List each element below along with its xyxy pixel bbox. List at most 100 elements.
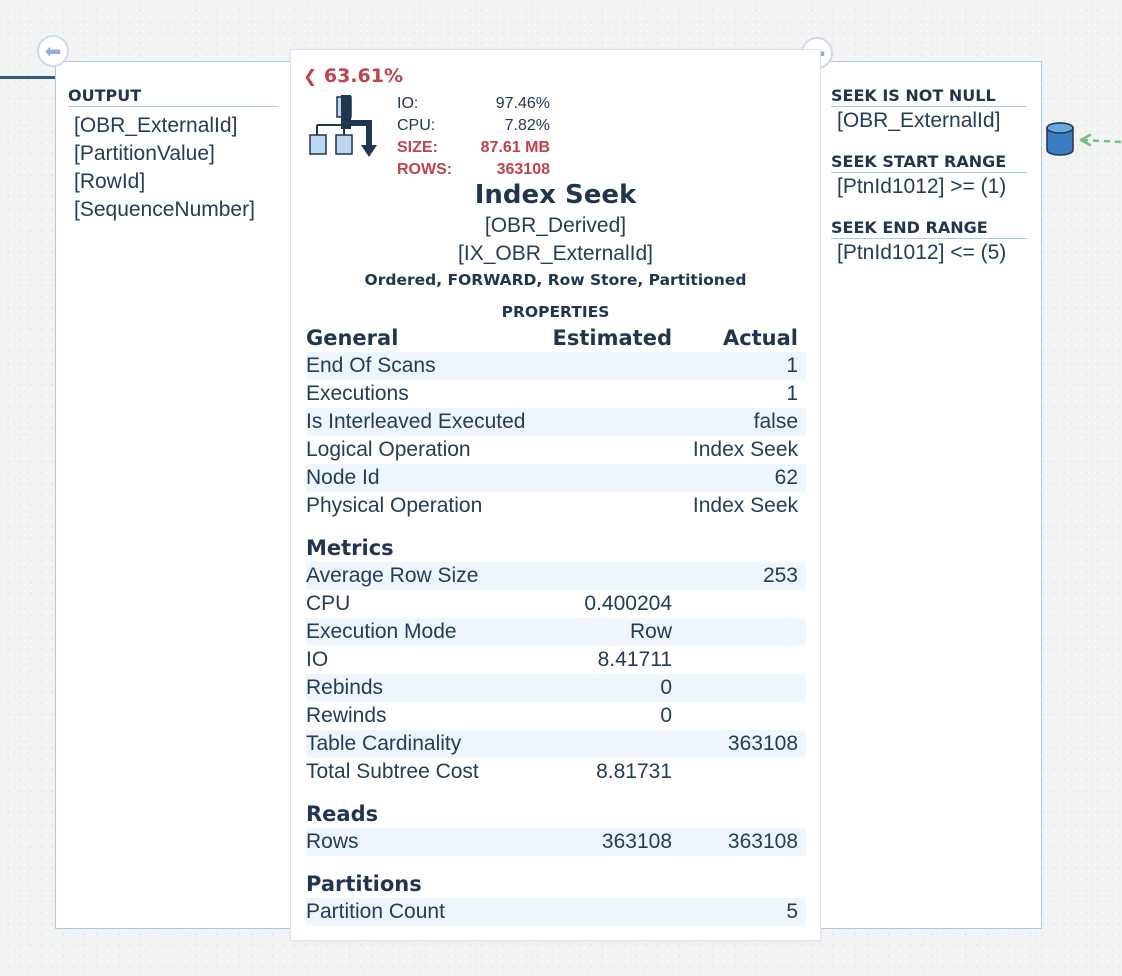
section-title: General [306,326,399,350]
property-label: Rebinds [306,676,384,699]
predicate-header: SEEK START RANGE [831,152,1027,173]
property-row: Average Row Size 253 [306,562,806,590]
property-actual: 253 [762,564,798,587]
stat-size: SIZE: 87.61 MB [397,137,550,159]
property-label: Execution Mode [306,620,457,643]
operator-attributes: Ordered, FORWARD, Row Store, Partitioned [364,271,747,289]
property-row: CPU 0.400204 [306,590,806,618]
output-item: [SequenceNumber] [74,198,255,221]
section-title: Metrics [306,536,394,560]
cost-percent: ❮ 63.61% [303,65,403,87]
section-header-metrics: Metrics [306,534,806,562]
output-header: OUTPUT [68,86,278,107]
property-estimated: 0.400204 [584,592,672,615]
property-estimated: 0 [660,704,672,727]
stat-label: SIZE: [397,139,438,156]
property-row: Partition Count 5 [306,898,806,926]
stat-label: IO: [397,95,419,112]
property-actual: false [753,410,798,433]
property-row: Rows 363108 363108 [306,828,806,856]
property-row: Logical Operation Index Seek [306,436,806,464]
predicate-group-not-null: SEEK IS NOT NULL [OBR_ExternalId] [831,86,1027,135]
property-estimated: 8.81731 [596,760,672,783]
section-title: Reads [306,802,379,826]
property-label: Partition Count [306,900,445,923]
column-header-actual: Actual [722,326,798,350]
property-row: Executions 1 [306,380,806,408]
database-icon[interactable] [1045,122,1079,158]
property-row: Physical Operation Index Seek [306,492,806,520]
property-label: Rewinds [306,704,387,727]
property-estimated: 8.41711 [597,648,672,671]
section-title: Partitions [306,872,422,896]
property-label: Average Row Size [306,564,479,587]
property-actual: 1 [786,382,798,405]
property-label: Node Id [306,466,380,489]
stat-value: 87.61 MB [480,139,550,156]
property-row: IO 8.41711 [306,646,806,674]
stat-rows: ROWS: 363108 [397,159,550,181]
property-label: Logical Operation [306,438,471,461]
index-seek-icon [309,95,377,157]
predicate-header: SEEK IS NOT NULL [831,86,1027,107]
stat-io: IO: 97.46% [397,93,550,115]
property-actual: 1 [786,354,798,377]
output-item: [PartitionValue] [74,142,215,165]
property-row: Node Id 62 [306,464,806,492]
stat-label: CPU: [397,117,436,134]
stat-cpu: CPU: 7.82% [397,115,550,137]
property-actual: Index Seek [692,438,798,461]
output-item: [RowId] [74,170,146,193]
predicate-group-start-range: SEEK START RANGE [PtnId1012] >= (1) [831,152,1027,201]
property-label: IO [306,648,329,671]
connector-line [0,76,56,79]
stat-value: 97.46% [495,95,550,112]
property-label: CPU [306,592,351,615]
property-row: Rewinds 0 [306,702,806,730]
property-label: Total Subtree Cost [306,760,479,783]
section-header-reads: Reads [306,800,806,828]
predicate-item: [PtnId1012] <= (5) [837,241,1007,264]
property-label: Physical Operation [306,494,483,517]
collapse-left-button[interactable]: ⬅ [37,35,69,67]
property-actual: 5 [786,900,798,923]
predicate-item: [OBR_ExternalId] [837,109,1001,132]
properties-header: PROPERTIES [501,303,610,321]
object-table: [OBR_Derived] [484,214,627,237]
section-header-partitions: Partitions [306,870,806,898]
output-item: [OBR_ExternalId] [74,114,238,137]
arrow-left-icon: ⬅ [44,39,62,63]
column-header-estimated: Estimated [552,326,672,350]
object-index: [IX_OBR_ExternalId] [458,242,653,265]
property-row: Table Cardinality 363108 [306,730,806,758]
stat-label: ROWS: [397,161,453,178]
property-label: Is Interleaved Executed [306,410,526,433]
predicate-item: [PtnId1012] >= (1) [837,175,1007,198]
operator-title: Index Seek [474,180,637,210]
property-actual: 62 [774,466,798,489]
property-estimated: Row [629,620,672,643]
property-actual: 363108 [727,732,798,755]
property-label: Rows [306,830,359,853]
output-panel: OUTPUT [OBR_ExternalId] [PartitionValue]… [55,61,295,929]
seek-predicates-panel: SEEK IS NOT NULL [OBR_ExternalId] SEEK S… [818,61,1042,929]
property-label: End Of Scans [306,354,436,377]
property-actual: Index Seek [692,494,798,517]
predicate-group-end-range: SEEK END RANGE [PtnId1012] <= (5) [831,218,1027,267]
property-row: Is Interleaved Executed false [306,408,806,436]
property-label: Table Cardinality [306,732,462,755]
property-row: End Of Scans 1 [306,352,806,380]
property-estimated: 363108 [601,830,672,853]
output-list: [OBR_ExternalId] [PartitionValue] [RowId… [68,112,255,224]
stat-value: 363108 [496,161,550,178]
property-label: Executions [306,382,409,405]
property-estimated: 0 [660,676,672,699]
node-stats: IO: 97.46% CPU: 7.82% SIZE: 87.61 MB ROW… [397,93,550,183]
predicate-header: SEEK END RANGE [831,218,1027,239]
section-header-general: General Estimated Actual [306,324,806,352]
chevron-left-icon: ❮ [303,67,318,87]
cost-percent-value: 63.61% [323,65,404,87]
property-row: Execution Mode Row [306,618,806,646]
dashed-arrow-icon [1079,133,1122,147]
property-actual: 363108 [727,830,798,853]
